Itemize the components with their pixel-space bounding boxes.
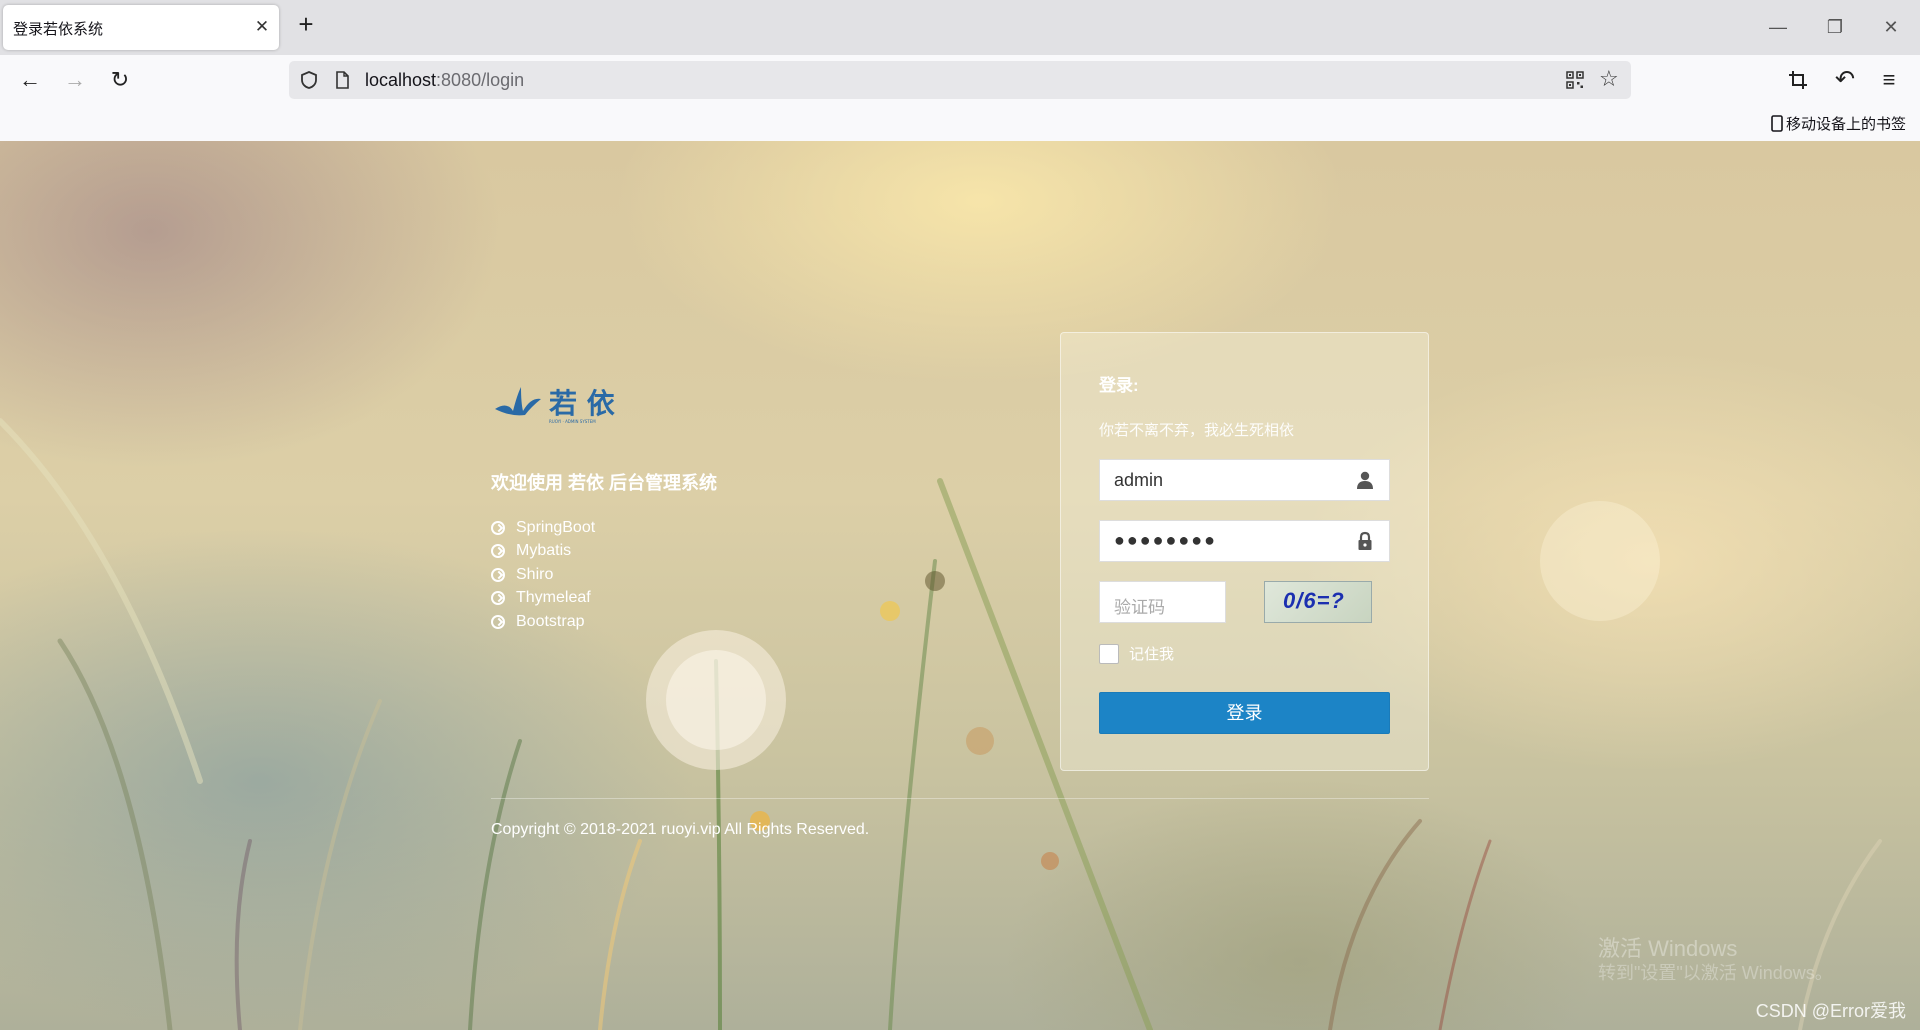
tech-item: Thymeleaf (491, 587, 595, 611)
captcha-image[interactable]: 0/6=? (1264, 581, 1372, 623)
window-close-icon[interactable]: ✕ (1876, 12, 1906, 42)
url-bar[interactable]: localhost:8080/login ☆ (289, 61, 1631, 99)
copyright-text: Copyright © 2018-2021 ruoyi.vip All Righ… (491, 821, 870, 838)
close-tab-icon[interactable]: ✕ (252, 17, 272, 37)
arrow-circle-icon (491, 614, 505, 629)
bookmark-star-icon[interactable]: ☆ (1599, 66, 1619, 92)
captcha-placeholder: 验证码 (1114, 598, 1165, 617)
arrow-circle-icon (491, 567, 505, 582)
tech-item: SpringBoot (491, 516, 595, 540)
back-button[interactable]: ← (13, 63, 47, 97)
page-icon[interactable] (332, 70, 352, 90)
username-field[interactable]: admin (1099, 459, 1390, 501)
login-form: 登录: 你若不离不弃，我必生死相依 admin ●●●●●●●● 验证码 0/6… (1060, 332, 1429, 771)
tech-item: Shiro (491, 563, 595, 587)
welcome-heading: 欢迎使用 若依 后台管理系统 (491, 473, 718, 493)
navigation-toolbar: ← → ↻ localhost:8080/login ☆ ↶ ≡ (0, 55, 1920, 105)
captcha-code: 0/6=? (1283, 588, 1345, 613)
login-subtitle: 你若不离不弃，我必生死相依 (1099, 422, 1295, 439)
svg-text:若 依: 若 依 (549, 387, 616, 420)
username-value: admin (1114, 470, 1164, 490)
screenshot-crop-icon[interactable] (1788, 70, 1808, 90)
arrow-circle-icon (491, 520, 505, 535)
undo-icon[interactable]: ↶ (1828, 63, 1862, 97)
tab-title: 登录若依系统 (13, 21, 104, 38)
login-page: 若 依 RUOYI · ADMIN SYSTEM 欢迎使用 若依 后台管理系统 … (0, 141, 1920, 1030)
tech-list: SpringBoot Mybatis Shiro Thymeleaf Boots… (491, 516, 595, 634)
qr-code-icon[interactable] (1565, 70, 1585, 90)
tech-item: Bootstrap (491, 610, 595, 634)
forward-button[interactable]: → (58, 63, 92, 97)
tab-bar: 登录若依系统 ✕ + — ❐ ✕ (0, 0, 1920, 55)
ruoyi-logo: 若 依 RUOYI · ADMIN SYSTEM (495, 387, 616, 424)
svg-text:RUOYI · ADMIN SYSTEM: RUOYI · ADMIN SYSTEM (549, 419, 596, 424)
csdn-watermark: CSDN @Error爱我 (1755, 1001, 1906, 1021)
arrow-circle-icon (491, 591, 505, 606)
mobile-device-icon (1771, 115, 1783, 132)
new-tab-button[interactable]: + (293, 11, 319, 38)
remember-checkbox[interactable] (1099, 643, 1119, 664)
browser-tab[interactable]: 登录若依系统 ✕ (3, 5, 279, 50)
remember-label: 记住我 (1129, 646, 1175, 663)
remember-me[interactable]: 记住我 (1099, 643, 1174, 664)
url-text[interactable]: localhost:8080/login (365, 70, 524, 91)
user-icon (1357, 471, 1373, 489)
shield-icon[interactable] (299, 70, 319, 90)
login-button[interactable]: 登录 (1099, 692, 1390, 734)
mobile-bookmarks[interactable]: 移动设备上的书签 (1771, 113, 1906, 134)
arrow-circle-icon (491, 544, 505, 559)
password-value: ●●●●●●●● (1114, 530, 1217, 550)
minimize-icon[interactable]: — (1763, 12, 1793, 42)
login-title: 登录: (1099, 376, 1139, 395)
reload-button[interactable]: ↻ (103, 63, 137, 97)
lock-icon (1358, 531, 1372, 550)
restore-icon[interactable]: ❐ (1820, 12, 1850, 42)
footer-divider (491, 798, 1429, 799)
background-grass-photo (0, 418, 1882, 1030)
menu-icon[interactable]: ≡ (1872, 63, 1906, 97)
tech-item: Mybatis (491, 540, 595, 564)
bookmarks-toolbar: 移动设备上的书签 (0, 105, 1920, 141)
captcha-input[interactable]: 验证码 (1099, 581, 1226, 623)
password-field[interactable]: ●●●●●●●● (1099, 520, 1390, 562)
windows-activation-hint: 转到"设置"以激活 Windows。 (1598, 963, 1833, 983)
